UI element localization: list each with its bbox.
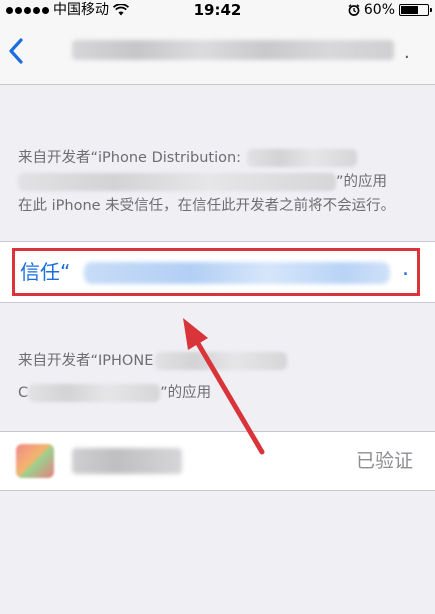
battery-percent: 60%: [363, 2, 395, 18]
developer-line-1: 来自开发者“iPhone Distribution:: [18, 146, 414, 170]
annotation-arrow-icon: [183, 318, 265, 455]
developer-description-2: 来自开发者“IPHONE C ”的应用: [18, 349, 414, 405]
nav-title-trailing-dot: .: [404, 42, 410, 63]
developer-name-redacted: [247, 149, 358, 167]
app-name-redacted: [72, 448, 182, 474]
navigation-bar: .: [0, 20, 435, 85]
developer-id-redacted: [18, 173, 336, 191]
battery-fill: [401, 6, 418, 14]
developer2-line-1: 来自开发者“IPHONE: [18, 349, 414, 373]
app-list-item[interactable]: 已验证: [0, 431, 435, 491]
verified-status: 已验证: [355, 450, 413, 472]
battery-icon: [399, 4, 432, 16]
developer2-line-2: C ”的应用: [18, 384, 212, 402]
app-icon: [16, 444, 54, 478]
developer-description-1: 来自开发者“iPhone Distribution: ”的应用 在此 iPhon…: [18, 146, 414, 218]
alarm-clock-icon: [348, 4, 360, 16]
highlight-annotation-box: [12, 248, 420, 296]
nav-title-redacted: [72, 40, 394, 60]
developer2-name-redacted: [155, 352, 288, 370]
status-right: 60%: [348, 0, 432, 20]
chevron-left-icon[interactable]: [6, 36, 26, 66]
developer-line-2: ”的应用: [18, 170, 414, 194]
developer2-id-redacted: [28, 384, 161, 402]
status-bar: 中国移动 19:42 60%: [0, 0, 435, 20]
developer-untrusted-message: 在此 iPhone 未受信任，在信任此开发者之前将不会运行。: [18, 198, 396, 214]
